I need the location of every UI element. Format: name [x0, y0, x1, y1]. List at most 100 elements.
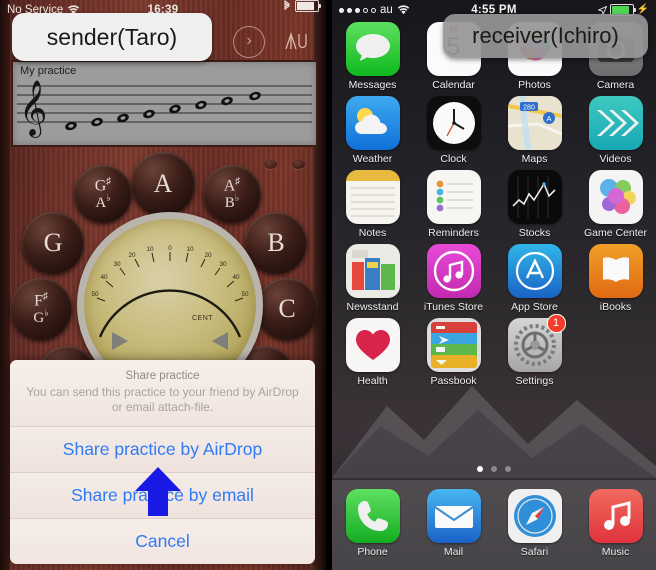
note-label-fs: F	[34, 292, 43, 310]
app-settings[interactable]: 1 Settings	[498, 314, 572, 387]
phone-icon	[345, 489, 400, 543]
app-row: Health Passbook 1 Settings	[332, 314, 656, 387]
app-notes[interactable]: Notes	[336, 170, 410, 239]
tuning-fork-icon[interactable]	[283, 28, 313, 54]
app-label: Notes	[358, 227, 387, 239]
app-label: Weather	[352, 153, 393, 165]
status-badge: 1	[546, 314, 566, 333]
action-sheet-title: Share practice	[125, 370, 200, 382]
app-store-icon	[507, 244, 562, 298]
app-game-center[interactable]: Game Center	[579, 170, 653, 239]
app-label: App Store	[511, 301, 558, 313]
dock-app-mail[interactable]: Mail	[417, 489, 491, 558]
svg-text:20: 20	[128, 252, 136, 259]
note-label-b: B	[267, 228, 285, 257]
svg-text:10: 10	[146, 246, 154, 253]
app-label: Settings	[515, 375, 554, 387]
note-label-gs-flat: A	[95, 195, 107, 212]
svg-text:50: 50	[91, 291, 99, 298]
wood-edge-left	[0, 0, 10, 570]
app-label: Messages	[348, 79, 397, 91]
ibooks-icon	[588, 244, 643, 298]
page-indicator-dots[interactable]	[332, 466, 656, 472]
app-label: Photos	[518, 79, 551, 91]
svg-text:10: 10	[186, 246, 194, 253]
action-sheet-header: Share practice You can send this practic…	[10, 360, 315, 426]
app-maps[interactable]: 280 A Maps	[498, 96, 572, 165]
dock-app-music[interactable]: Music	[579, 489, 653, 558]
app-row: Newsstand iTunes Store App Store iBooks	[332, 244, 656, 313]
weather-icon	[345, 96, 400, 150]
sharp-indicator-icon	[212, 332, 228, 350]
app-row: Weather Clock 280 A Maps Videos	[332, 96, 656, 165]
svg-text:40: 40	[232, 274, 240, 281]
svg-text:0: 0	[168, 245, 172, 252]
app-stocks[interactable]: Stocks	[498, 170, 572, 239]
note-label-as-flat: B	[224, 195, 235, 212]
music-icon	[588, 489, 643, 543]
app-label: Health	[357, 375, 388, 387]
note-label-fs-flat: G	[33, 310, 45, 327]
app-newsstand[interactable]: Newsstand	[336, 244, 410, 313]
newsstand-icon	[345, 244, 400, 298]
svg-text:20: 20	[204, 252, 212, 259]
page-dot-1[interactable]	[477, 466, 483, 472]
music-staff: 𝄞	[17, 80, 312, 138]
app-passbook[interactable]: Passbook	[417, 318, 491, 387]
notes-icon	[345, 170, 400, 224]
note-label-g: G	[43, 228, 63, 257]
app-label: Camera	[596, 79, 635, 91]
app-label: Music	[601, 546, 630, 558]
stocks-icon	[507, 170, 562, 224]
dock-row: Phone Mail Safari Music	[332, 480, 656, 558]
svg-text:30: 30	[219, 261, 227, 268]
svg-text:30: 30	[113, 261, 121, 268]
cancel-button[interactable]: Cancel	[10, 518, 315, 564]
app-label: Clock	[440, 153, 467, 165]
chevron-right-circle-icon[interactable]: ›	[233, 26, 265, 58]
note-label-c: C	[278, 294, 296, 323]
note-button-c[interactable]: C	[256, 278, 318, 340]
app-clock[interactable]: Clock	[417, 96, 491, 165]
battery-icon	[295, 0, 321, 12]
note-button-a-sharp[interactable]: A♯ B♭	[203, 165, 261, 223]
note-button-a[interactable]: A	[131, 152, 195, 216]
left-status-right	[283, 0, 321, 12]
videos-icon	[588, 96, 643, 150]
clock-icon	[426, 96, 481, 150]
app-label: Mail	[443, 546, 464, 558]
app-weather[interactable]: Weather	[336, 96, 410, 165]
sender-phone-screen: No Service 16:39 › My practice 𝄞 A G♯ A♭…	[0, 0, 326, 570]
page-dot-3[interactable]	[505, 466, 511, 472]
svg-text:40: 40	[100, 274, 108, 281]
practice-staff-panel: My practice 𝄞	[11, 60, 318, 147]
receiver-phone-screen: au 4:55 PM ⚡ Messages Calendar Photos Ca…	[332, 0, 656, 570]
mail-icon	[426, 489, 481, 543]
cent-unit-label: CENT	[192, 315, 214, 322]
game-center-icon	[588, 170, 643, 224]
app-health[interactable]: Health	[336, 318, 410, 387]
app-reminders[interactable]: Reminders	[417, 170, 491, 239]
maps-icon: 280 A	[507, 96, 562, 150]
app-label: Reminders	[428, 227, 479, 239]
share-action-sheet: Share practice You can send this practic…	[10, 360, 315, 564]
app-messages[interactable]: Messages	[336, 22, 410, 91]
note-button-g[interactable]: G	[22, 212, 84, 274]
bluetooth-icon	[284, 0, 290, 11]
app-app-store[interactable]: App Store	[498, 244, 572, 313]
app-itunes-store[interactable]: iTunes Store	[417, 244, 491, 313]
svg-text:A: A	[546, 114, 551, 123]
app-label: Maps	[521, 153, 548, 165]
note-button-g-sharp[interactable]: G♯ A♭	[74, 165, 132, 223]
note-button-f-sharp[interactable]: F♯ G♭	[10, 278, 72, 340]
app-ibooks[interactable]: iBooks	[579, 244, 653, 313]
flat-indicator-icon	[112, 332, 128, 350]
sender-callout-label: sender(Taro)	[12, 13, 212, 61]
app-label: Calendar	[432, 79, 475, 91]
app-videos[interactable]: Videos	[579, 96, 653, 165]
app-label: Stocks	[518, 227, 551, 239]
page-dot-2[interactable]	[491, 466, 497, 472]
dock-app-safari[interactable]: Safari	[498, 489, 572, 558]
dock-app-phone[interactable]: Phone	[336, 489, 410, 558]
itunes-store-icon	[426, 244, 481, 298]
